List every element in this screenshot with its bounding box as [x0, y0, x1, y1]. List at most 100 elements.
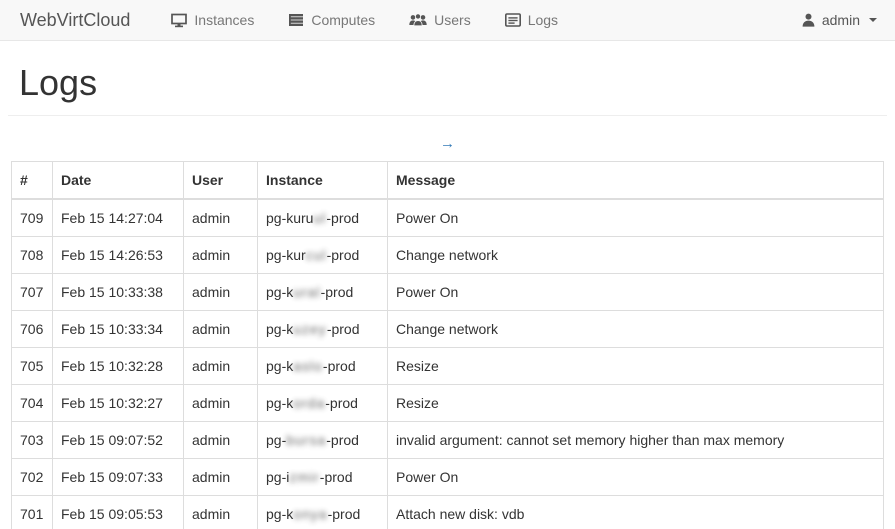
log-id: 708 [12, 236, 53, 273]
table-row: 702 Feb 15 09:07:33 admin pg-izmir-prod … [12, 458, 884, 495]
instance-prefix: pg-kuru [266, 210, 313, 226]
next-page-link[interactable]: → [440, 135, 455, 152]
table-row: 701 Feb 15 09:05:53 admin pg-konya-prod … [12, 495, 884, 529]
log-date: Feb 15 09:05:53 [53, 495, 184, 529]
table-row: 709 Feb 15 14:27:04 admin pg-kuruul-prod… [12, 199, 884, 237]
nav-item-users[interactable]: Users [394, 2, 486, 38]
instance-redacted: bursa [286, 432, 326, 448]
instance-redacted: ul [313, 210, 326, 226]
header-date: Date [53, 161, 184, 199]
table-row: 707 Feb 15 10:33:38 admin pg-kural-prod … [12, 273, 884, 310]
instance-prefix: pg-k [266, 395, 293, 411]
header-id: # [12, 161, 53, 199]
log-message: Change network [388, 236, 884, 273]
log-id: 702 [12, 458, 53, 495]
log-instance: pg-izmir-prod [258, 458, 388, 495]
table-header-row: # Date User Instance Message [12, 161, 884, 199]
instance-prefix: pg- [266, 432, 286, 448]
instance-redacted: cul [306, 247, 327, 263]
instance-redacted: ural [293, 284, 320, 300]
log-instance: pg-korda-prod [258, 384, 388, 421]
log-date: Feb 15 09:07:52 [53, 421, 184, 458]
desktop-icon [171, 13, 187, 28]
nav-item-label: Instances [194, 12, 254, 28]
logs-icon [505, 13, 521, 27]
page-title: Logs [8, 63, 887, 103]
log-user: admin [184, 236, 258, 273]
table-row: 708 Feb 15 14:26:53 admin pg-kurcul-prod… [12, 236, 884, 273]
log-message: Power On [388, 199, 884, 237]
header-message: Message [388, 161, 884, 199]
log-user: admin [184, 458, 258, 495]
table-row: 703 Feb 15 09:07:52 admin pg-bursa-prod … [12, 421, 884, 458]
users-icon [409, 13, 427, 27]
nav-item-computes[interactable]: Computes [273, 2, 390, 38]
log-date: Feb 15 09:07:33 [53, 458, 184, 495]
log-user: admin [184, 421, 258, 458]
log-instance: pg-bursa-prod [258, 421, 388, 458]
log-date: Feb 15 10:33:38 [53, 273, 184, 310]
user-menu-label: admin [822, 12, 860, 28]
log-user: admin [184, 384, 258, 421]
nav-item-instances[interactable]: Instances [156, 2, 269, 38]
log-date: Feb 15 10:33:34 [53, 310, 184, 347]
instance-redacted: orda [293, 395, 325, 411]
log-id: 709 [12, 199, 53, 237]
instance-prefix: pg-k [266, 321, 293, 337]
log-message: Attach new disk: vdb [388, 495, 884, 529]
navbar-right: admin [800, 2, 879, 38]
table-row: 706 Feb 15 10:33:34 admin pg-kuzey-prod … [12, 310, 884, 347]
header-instance: Instance [258, 161, 388, 199]
log-date: Feb 15 10:32:27 [53, 384, 184, 421]
instance-redacted: onya [293, 506, 327, 522]
log-id: 703 [12, 421, 53, 458]
instance-suffix: -prod [320, 469, 353, 485]
log-id: 701 [12, 495, 53, 529]
instance-prefix: pg-i [266, 469, 289, 485]
instance-suffix: -prod [323, 358, 356, 374]
nav-item-label: Computes [311, 12, 375, 28]
instance-prefix: pg-k [266, 358, 293, 374]
log-instance: pg-konya-prod [258, 495, 388, 529]
table-row: 704 Feb 15 10:32:27 admin pg-korda-prod … [12, 384, 884, 421]
instance-prefix: pg-kur [266, 247, 306, 263]
log-id: 706 [12, 310, 53, 347]
log-instance: pg-kaslo-prod [258, 347, 388, 384]
log-user: admin [184, 273, 258, 310]
header-user: User [184, 161, 258, 199]
instance-suffix: -prod [321, 284, 354, 300]
instance-redacted: aslo [293, 358, 323, 374]
log-user: admin [184, 495, 258, 529]
log-user: admin [184, 199, 258, 237]
nav-item-label: Logs [528, 12, 558, 28]
log-message: Resize [388, 384, 884, 421]
user-menu[interactable]: admin [800, 2, 879, 38]
logs-table: # Date User Instance Message 709 Feb 15 … [11, 161, 884, 529]
log-id: 705 [12, 347, 53, 384]
instance-suffix: -prod [327, 247, 360, 263]
log-instance: pg-kural-prod [258, 273, 388, 310]
navbar: WebVirtCloud Instances Computes [0, 0, 895, 41]
instance-suffix: -prod [325, 395, 358, 411]
log-id: 707 [12, 273, 53, 310]
instance-suffix: -prod [327, 321, 360, 337]
log-message: Resize [388, 347, 884, 384]
log-user: admin [184, 347, 258, 384]
log-message: Change network [388, 310, 884, 347]
brand-link[interactable]: WebVirtCloud [20, 10, 130, 31]
nav-item-label: Users [434, 12, 471, 28]
log-message: invalid argument: cannot set memory high… [388, 421, 884, 458]
log-id: 704 [12, 384, 53, 421]
caret-down-icon [869, 18, 877, 22]
log-message: Power On [388, 273, 884, 310]
log-instance: pg-kurcul-prod [258, 236, 388, 273]
user-icon [802, 13, 815, 27]
instance-redacted: zmir [289, 469, 319, 485]
pagination: → [0, 133, 895, 154]
instance-prefix: pg-k [266, 506, 293, 522]
server-icon [288, 13, 304, 27]
log-user: admin [184, 310, 258, 347]
nav-item-logs[interactable]: Logs [490, 2, 573, 38]
table-row: 705 Feb 15 10:32:28 admin pg-kaslo-prod … [12, 347, 884, 384]
log-instance: pg-kuzey-prod [258, 310, 388, 347]
